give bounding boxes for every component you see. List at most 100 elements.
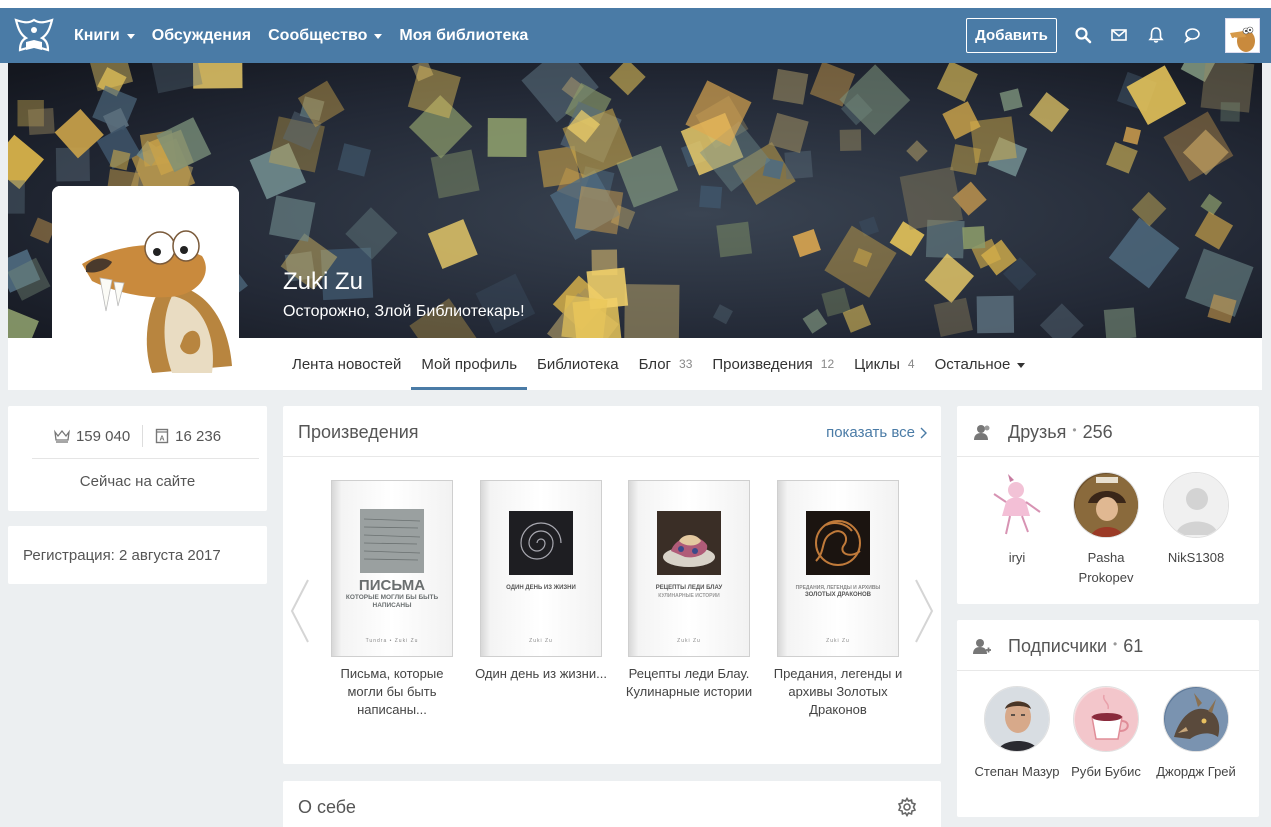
books-stat[interactable]: A 16 236: [143, 428, 233, 445]
tab-library[interactable]: Библиотека: [527, 338, 629, 390]
bell-icon[interactable]: [1147, 26, 1165, 44]
tab-label: Лента новостей: [292, 355, 402, 373]
tab-news-feed[interactable]: Лента новостей: [282, 338, 411, 390]
chat-icon[interactable]: [1183, 26, 1201, 44]
chevron-down-icon: [374, 34, 383, 39]
profile-tabs: Лента новостей Мой профиль Библиотека Бл…: [282, 338, 1035, 390]
tab-count: 33: [679, 357, 693, 371]
subscriber-name[interactable]: Степан Мазур: [972, 762, 1062, 782]
avatar[interactable]: [1073, 686, 1139, 752]
tab-other[interactable]: Остальное: [925, 338, 1036, 390]
book-cover-subtitle: ПРЕДАНИЯ, ЛЕГЕНДЫ И АРХИВЫ: [795, 585, 881, 591]
book-title[interactable]: Рецепты леди Блау. Кулинарные истории: [619, 665, 759, 701]
book-cover-image: [509, 511, 573, 575]
friend-name[interactable]: NikS1308: [1151, 548, 1241, 568]
carousel-next-icon[interactable]: [913, 576, 935, 646]
cover-square: [899, 166, 964, 231]
nav-community[interactable]: Сообщество: [268, 26, 383, 45]
cover-square: [430, 149, 480, 199]
rating-stat[interactable]: 159 040: [42, 428, 142, 445]
book-cover[interactable]: ОДИН ДЕНЬ ИЗ ЖИЗНИ Zuki Zu: [480, 480, 602, 657]
tab-count: 12: [820, 357, 835, 371]
cover-square: [976, 295, 1015, 334]
cover-square: [8, 180, 25, 214]
tab-blog[interactable]: Блог 33: [629, 338, 703, 390]
cover-square: [561, 295, 608, 338]
book-item[interactable]: ПРЕДАНИЯ, ЛЕГЕНДЫ И АРХИВЫ ЗОЛОТЫХ ДРАКО…: [774, 480, 902, 719]
nav-discussions[interactable]: Обсуждения: [152, 27, 251, 45]
subscriber-item[interactable]: Руби Бубис: [1061, 686, 1151, 782]
book-cover[interactable]: ПИСЬМА КОТОРЫЕ МОГЛИ БЫ БЫТЬ НАПИСАНЫ Tu…: [331, 480, 453, 657]
friend-item[interactable]: iryi: [972, 472, 1062, 568]
subscriber-name[interactable]: Руби Бубис: [1061, 762, 1151, 782]
book-cover-title: РЕЦЕПТЫ ЛЕДИ БЛАУ: [655, 585, 723, 591]
profile-avatar[interactable]: [52, 186, 239, 373]
search-icon[interactable]: [1074, 26, 1092, 44]
book-cover[interactable]: РЕЦЕПТЫ ЛЕДИ БЛАУ КУЛИНАРНЫЕ ИСТОРИИ Zuk…: [628, 480, 750, 657]
stats-card: 159 040 A 16 236 Сейчас на сайте: [8, 406, 267, 511]
chevron-right-icon: [920, 427, 927, 438]
book-cover-subtitle: КОТОРЫЕ МОГЛИ БЫ БЫТЬ НАПИСАНЫ: [345, 594, 439, 609]
cover-square: [699, 185, 723, 209]
book-cover-image: [806, 511, 870, 575]
book-title[interactable]: Письма, которые могли бы быть написаны..…: [322, 665, 462, 719]
book-title[interactable]: Один день из жизни...: [471, 665, 611, 683]
subscriber-item[interactable]: Степан Мазур: [972, 686, 1062, 782]
avatar[interactable]: [984, 686, 1050, 752]
cover-square: [1220, 102, 1241, 122]
nav-discussions-label: Обсуждения: [151, 26, 252, 44]
tab-my-profile[interactable]: Мой профиль: [411, 338, 527, 390]
works-header: Произведения показать все: [283, 406, 941, 457]
cover-square: [962, 226, 986, 250]
friend-item[interactable]: NikS1308: [1151, 472, 1241, 568]
carousel-prev-icon[interactable]: [289, 576, 311, 646]
book-item[interactable]: ОДИН ДЕНЬ ИЗ ЖИЗНИ Zuki Zu Один день из …: [475, 480, 607, 683]
avatar[interactable]: [1073, 472, 1139, 538]
book-title[interactable]: Предания, легенды и архивы Золотых Драко…: [768, 665, 908, 719]
registration-date: Регистрация: 2 августа 2017: [23, 546, 221, 564]
show-all-link[interactable]: показать все: [826, 424, 927, 441]
book-cover[interactable]: ПРЕДАНИЯ, ЛЕГЕНДЫ И АРХИВЫ ЗОЛОТЫХ ДРАКО…: [777, 480, 899, 657]
gear-icon[interactable]: [897, 797, 917, 817]
book-cover-author: Zuki Zu: [529, 638, 553, 644]
nav-community-label: Сообщество: [268, 26, 368, 44]
cover-square: [574, 186, 624, 235]
chevron-down-icon: [1017, 362, 1026, 368]
book-item[interactable]: ПИСЬМА КОТОРЫЕ МОГЛИ БЫ БЫТЬ НАПИСАНЫ Tu…: [331, 480, 453, 719]
avatar[interactable]: [1163, 472, 1229, 538]
users-icon: [974, 425, 990, 440]
friends-count: 256: [1082, 422, 1113, 442]
subscribers-header[interactable]: Подписчики • 61: [957, 620, 1259, 671]
friend-name[interactable]: iryi: [972, 548, 1062, 568]
user-avatar[interactable]: [1225, 18, 1260, 53]
tab-cycles[interactable]: Циклы 4: [844, 338, 924, 390]
site-logo-icon[interactable]: [12, 16, 56, 56]
about-card: О себе: [283, 781, 941, 827]
subscriber-item[interactable]: Джордж Грей: [1151, 686, 1241, 782]
works-title: Произведения: [298, 422, 419, 442]
profile-status: Осторожно, Злой Библиотекарь!: [283, 303, 525, 320]
avatar[interactable]: [984, 472, 1050, 538]
add-button[interactable]: Добавить: [966, 18, 1057, 53]
friends-title-label: Друзья: [1008, 422, 1067, 442]
avatar[interactable]: [1163, 686, 1229, 752]
friend-name[interactable]: Pasha Prokopev: [1061, 548, 1151, 588]
friends-header[interactable]: Друзья • 256: [957, 406, 1259, 457]
nav-books[interactable]: Книги: [74, 27, 135, 45]
tab-label: Мой профиль: [421, 355, 518, 373]
cover-square: [1103, 307, 1137, 338]
top-strip: [0, 0, 1271, 8]
book-item[interactable]: РЕЦЕПТЫ ЛЕДИ БЛАУ КУЛИНАРНЫЕ ИСТОРИИ Zuk…: [626, 480, 752, 701]
friend-item[interactable]: Pasha Prokopev: [1061, 472, 1151, 588]
tab-works[interactable]: Произведения 12: [702, 338, 844, 390]
book-cover-title: ПИСЬМА: [358, 577, 426, 594]
friends-title: Друзья • 256: [1008, 422, 1113, 442]
mail-icon[interactable]: [1110, 26, 1128, 44]
subscribers-title-label: Подписчики: [1008, 636, 1108, 656]
book-cover-title: ОДИН ДЕНЬ ИЗ ЖИЗНИ: [506, 585, 576, 591]
nav-my-library-label: Моя библиотека: [399, 26, 529, 44]
nav-my-library[interactable]: Моя библиотека: [399, 27, 528, 45]
subscriber-name[interactable]: Джордж Грей: [1151, 762, 1241, 782]
friends-card: Друзья • 256 iryi Pasha Prokopev NikS1308: [957, 406, 1259, 604]
main-nav: Книги Обсуждения Сообщество Моя библиоте…: [74, 8, 545, 63]
